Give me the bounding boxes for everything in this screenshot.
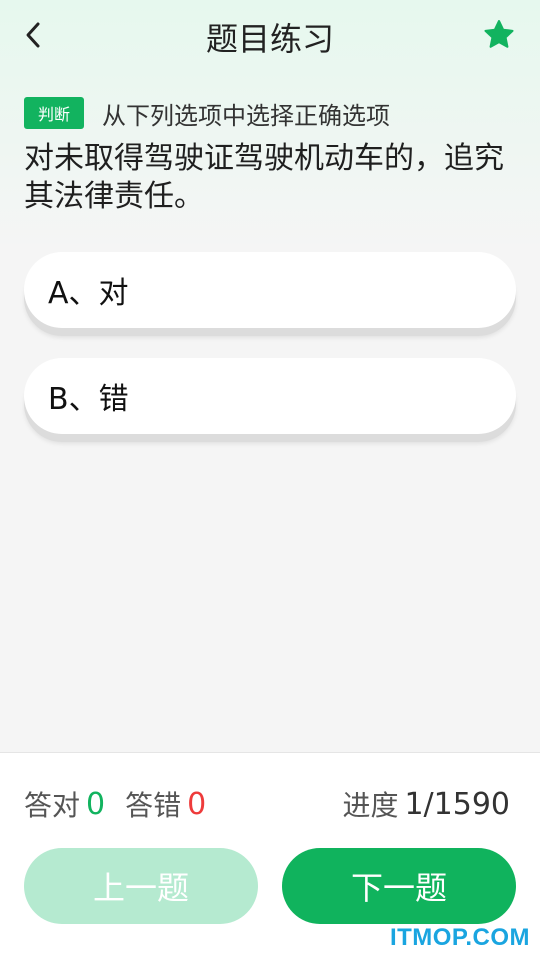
question-type-row: 判断 从下列选项中选择正确选项 xyxy=(24,96,390,130)
wrong-count: 0 xyxy=(187,786,207,822)
question-instruction: 从下列选项中选择正确选项 xyxy=(102,101,391,130)
progress-value: 1/1590 xyxy=(404,786,510,822)
option-label: B、错 xyxy=(48,382,129,417)
option-a[interactable]: A、对 xyxy=(24,252,516,328)
page-title: 题目练习 xyxy=(205,20,334,58)
option-label: A、对 xyxy=(48,276,129,311)
prev-question-button[interactable]: 上一题 xyxy=(24,848,258,924)
question-type-badge: 判断 xyxy=(24,97,85,129)
stats-row: 答对 0 答错 0 进度 1/1590 xyxy=(24,784,510,824)
right-label: 答对 xyxy=(24,789,81,822)
question-text: 对未取得驾驶证驾驶机动车的，追究其法律责任。 xyxy=(24,141,504,214)
header: 题目练习 xyxy=(0,0,540,70)
option-b[interactable]: B、错 xyxy=(24,358,516,434)
favorite-button[interactable] xyxy=(482,18,516,52)
progress-label: 进度 xyxy=(342,789,399,822)
star-icon xyxy=(484,20,514,48)
right-count: 0 xyxy=(86,786,106,822)
next-question-button[interactable]: 下一题 xyxy=(282,848,516,924)
watermark: ITMOP.COM xyxy=(389,924,530,951)
wrong-label: 答错 xyxy=(125,789,182,822)
